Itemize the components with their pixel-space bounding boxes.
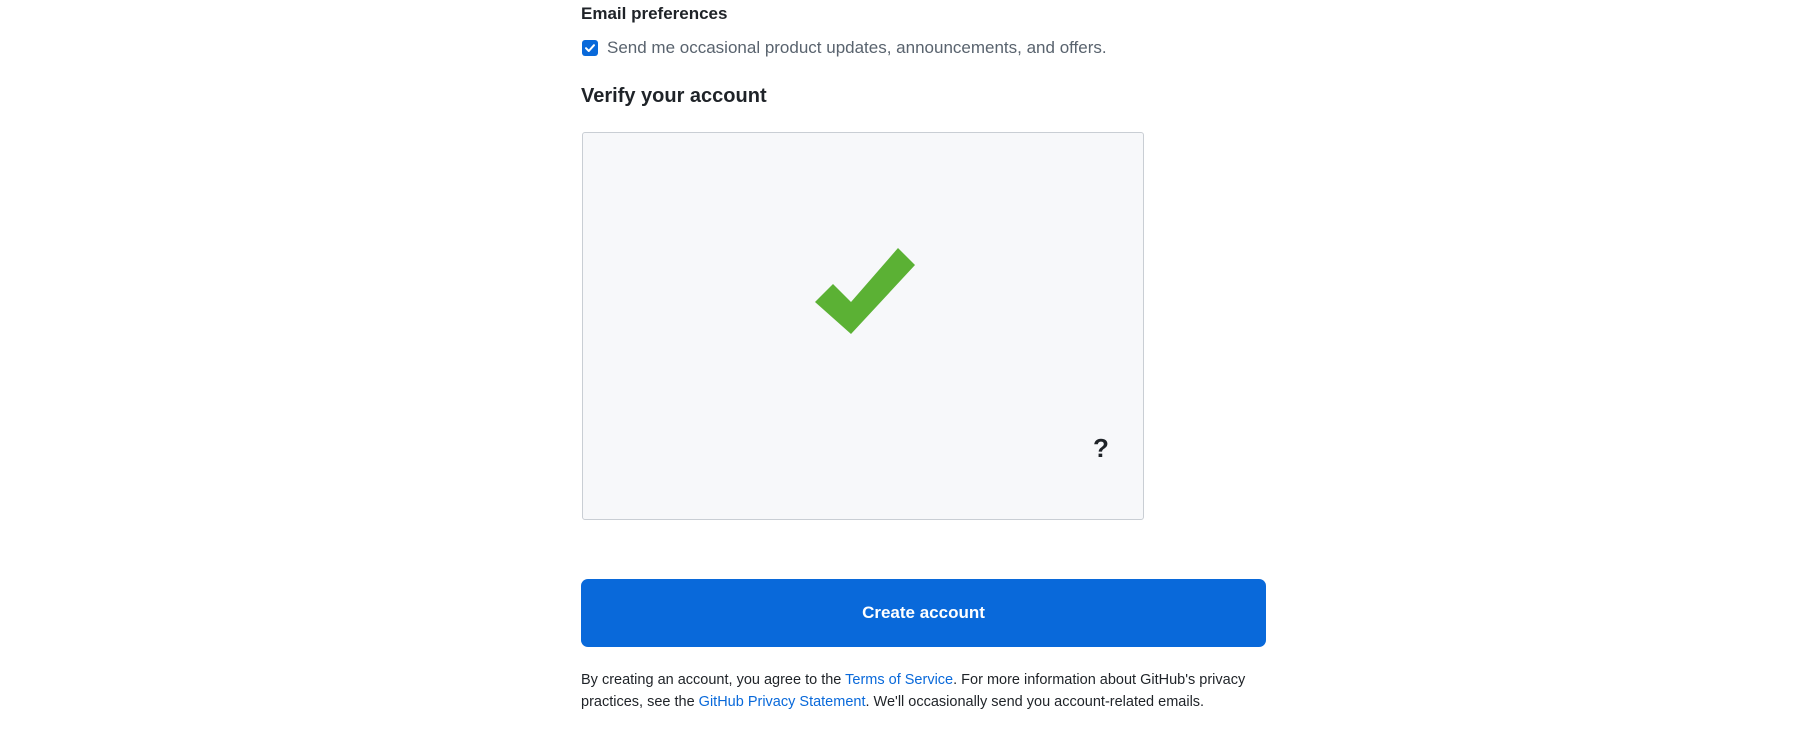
legal-text-part1: By creating an account, you agree to the xyxy=(581,672,846,688)
verify-account-heading: Verify your account xyxy=(581,85,767,107)
checkbox-check-icon xyxy=(585,44,595,52)
checkmark-icon xyxy=(815,248,915,334)
captcha-help-button[interactable]: ? xyxy=(1093,433,1109,464)
email-preferences-label: Email preferences xyxy=(581,4,728,23)
legal-text-part3: . We'll occasionally send you account-re… xyxy=(865,694,1205,710)
terms-of-service-link[interactable]: Terms of Service xyxy=(845,672,953,688)
captcha-verification-box[interactable]: ? xyxy=(582,132,1144,520)
create-account-button[interactable]: Create account xyxy=(581,579,1266,647)
email-preferences-option[interactable]: Send me occasional product updates, anno… xyxy=(581,38,1107,58)
legal-notice: By creating an account, you agree to the… xyxy=(581,669,1266,713)
email-updates-checkbox-label[interactable]: Send me occasional product updates, anno… xyxy=(607,38,1107,58)
email-updates-checkbox[interactable] xyxy=(582,40,598,56)
privacy-statement-link[interactable]: GitHub Privacy Statement xyxy=(699,694,866,710)
